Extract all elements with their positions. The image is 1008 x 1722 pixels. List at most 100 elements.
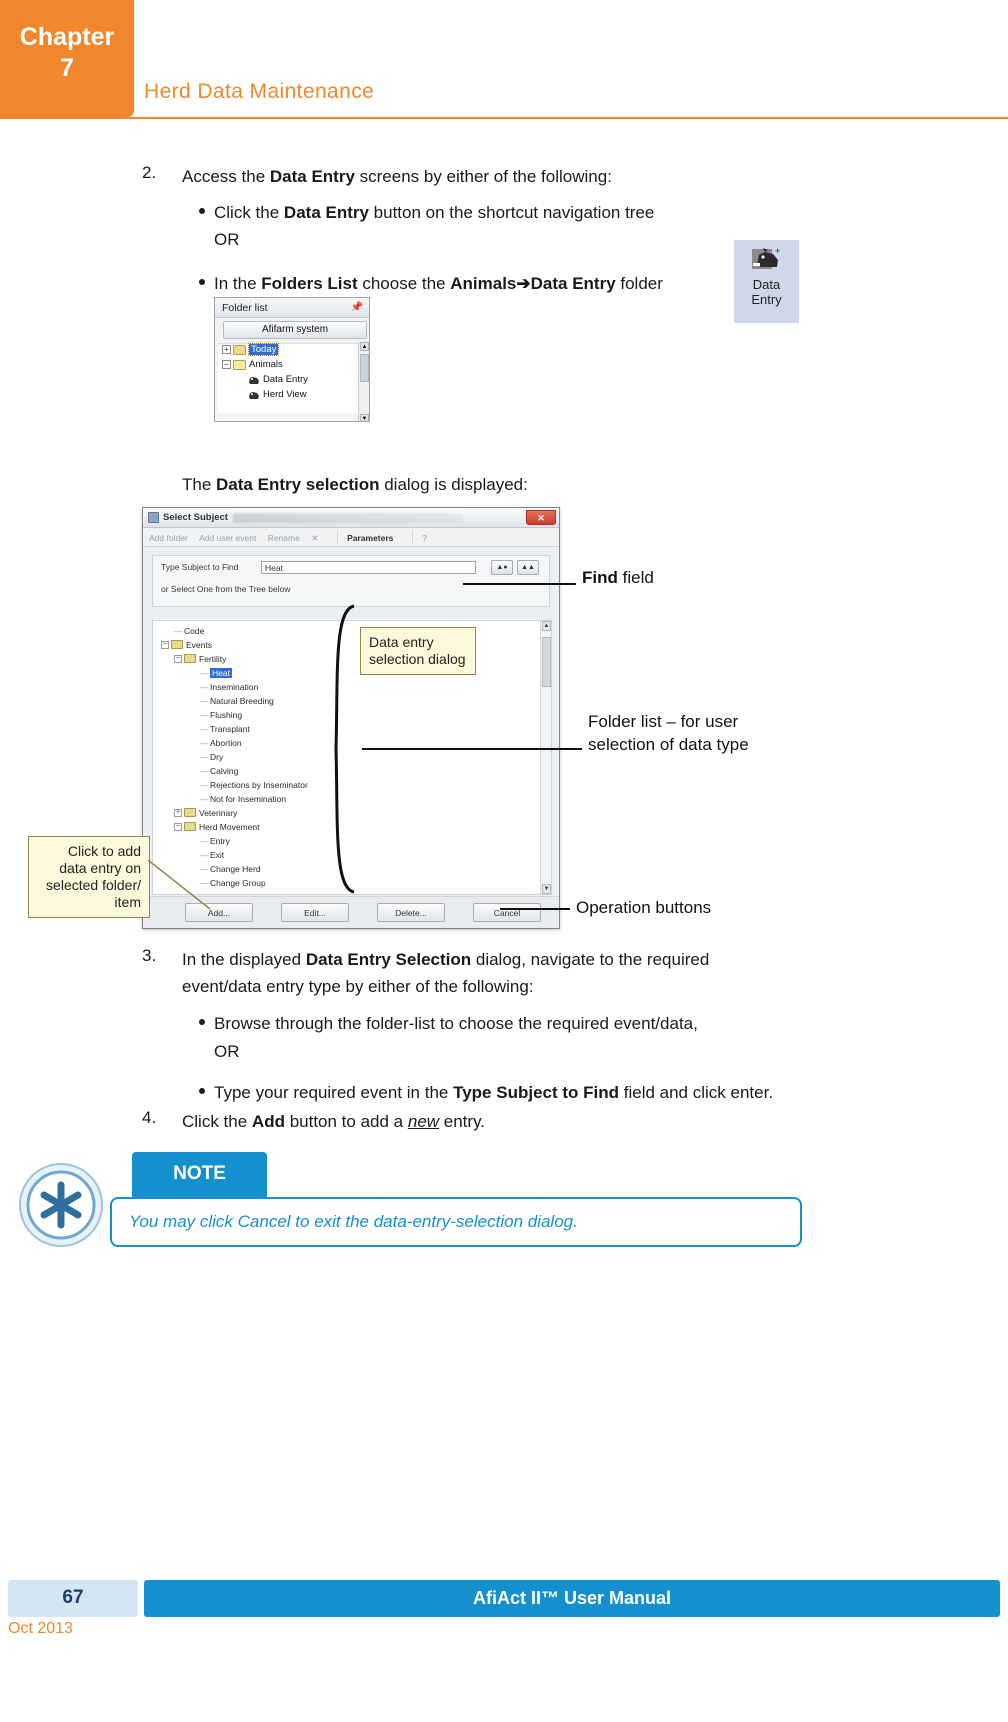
find-sub-label: or Select One from the Tree below xyxy=(161,584,291,594)
bullet-2-text: In the Folders List choose the Animals➔D… xyxy=(214,270,814,297)
data-entry-shortcut-button[interactable]: + Data Entry xyxy=(734,240,799,323)
tree-label: Fertility xyxy=(199,653,227,664)
toolbar-add-user-event[interactable]: Add user event xyxy=(199,533,256,543)
step-2-post: screens by either of the following: xyxy=(354,167,612,186)
tree-label: Flushing xyxy=(210,709,243,720)
delete-button[interactable]: Delete... xyxy=(377,903,445,922)
note-body: You may click Cancel to exit the data-en… xyxy=(110,1197,802,1247)
tree-label: Dry xyxy=(210,751,224,762)
cancel-button[interactable]: Cancel xyxy=(473,903,541,922)
chapter-header: Chapter 7 Herd Data Maintenance xyxy=(0,0,1008,118)
tree-label: Natural Breeding xyxy=(210,695,274,706)
intro-post: dialog is displayed: xyxy=(379,475,528,494)
tree-item-herd-view[interactable]: Herd View xyxy=(218,389,369,404)
dialog-title-bar: Select Subject ✕ xyxy=(143,508,559,528)
bullet-4-post: field and click enter. xyxy=(619,1083,774,1102)
help-icon[interactable]: ? xyxy=(422,533,427,543)
step-2-pre: Access the xyxy=(182,167,270,186)
tree-label: Exit xyxy=(210,849,225,860)
tree-item-data-entry[interactable]: Data Entry xyxy=(218,374,369,389)
callout-operation-buttons: Operation buttons xyxy=(576,898,712,917)
step-4-mid: button to add a xyxy=(284,1112,408,1131)
search-input[interactable] xyxy=(261,561,476,574)
chapter-tab: Chapter 7 xyxy=(0,0,134,118)
bullet-2-post: folder xyxy=(615,274,663,293)
folder-list-tree[interactable]: + Today − Animals Data Entry Herd View xyxy=(218,343,369,413)
edit-button[interactable]: Edit... xyxy=(281,903,349,922)
toolbar-rename[interactable]: Rename xyxy=(268,533,300,543)
close-icon[interactable]: ✕ xyxy=(526,510,556,525)
dialog-intro-text: The Data Entry selection dialog is displ… xyxy=(182,471,822,498)
tree-label: Calving xyxy=(210,765,239,776)
step-4-text: Click the Add button to add a new entry. xyxy=(182,1108,782,1135)
callout-find-field: Find field xyxy=(582,566,654,589)
tree-label: Animals xyxy=(249,359,283,370)
pin-icon[interactable]: 📌 xyxy=(351,302,363,313)
folder-icon xyxy=(184,822,196,832)
bullet-2-mid: choose the xyxy=(357,274,451,293)
find-next-icon[interactable]: ▲▲ xyxy=(517,560,539,575)
find-prev-icon[interactable]: ▲● xyxy=(491,560,513,575)
tree-scrollbar[interactable]: ▲ ▼ xyxy=(540,621,551,894)
step-3-text: In the displayed Data Entry Selection di… xyxy=(182,946,782,1000)
tree-label: Entry xyxy=(210,835,230,846)
tree-label: Rejections by Inseminator xyxy=(210,779,308,790)
expander-minus-icon[interactable]: − xyxy=(161,640,169,649)
bullet-1-bold: Data Entry xyxy=(283,203,369,222)
folder-list-title-bar: Folder list 📌 xyxy=(215,298,369,318)
scroll-down-icon[interactable]: ▼ xyxy=(542,884,551,894)
scroll-up-icon[interactable]: ▲ xyxy=(360,342,369,351)
page-number: 67 xyxy=(8,1580,138,1617)
folder-open-icon xyxy=(233,359,246,370)
note-tab: NOTE xyxy=(132,1152,267,1197)
intro-pre: The xyxy=(182,475,217,494)
tree-connector-icon: — xyxy=(200,709,209,720)
folder-icon xyxy=(171,640,183,650)
expander-minus-icon[interactable]: − xyxy=(222,360,231,369)
tree-connector-icon: — xyxy=(200,793,209,804)
toolbar-parameters[interactable]: Parameters xyxy=(347,533,393,543)
bullet-icon xyxy=(199,1088,205,1094)
expander-plus-icon[interactable]: + xyxy=(174,808,182,817)
dialog-toolbar[interactable]: Add folder Add user event Rename ✕ Param… xyxy=(143,528,559,547)
bullet-1-pre: Click the xyxy=(214,203,284,222)
bullet-2-pre: In the xyxy=(214,274,262,293)
tree-label: Abortion xyxy=(210,737,242,748)
expander-minus-icon[interactable]: − xyxy=(174,822,182,831)
callout-pointer xyxy=(148,860,211,910)
scrollbar-thumb[interactable] xyxy=(360,354,369,382)
toolbar-separator xyxy=(336,531,338,543)
tree-item-today[interactable]: + Today xyxy=(218,343,369,359)
cow-data-entry-icon: + xyxy=(751,245,783,275)
leader-line-operation-buttons xyxy=(500,908,570,910)
bullet-2-bold-1: Folders List xyxy=(261,274,358,293)
tree-connector-icon: — xyxy=(200,737,209,748)
footer-date: Oct 2013 xyxy=(8,1620,73,1637)
step-4-post: entry. xyxy=(439,1112,486,1131)
intro-bold: Data Entry selection xyxy=(216,475,380,494)
bullet-3-text: Browse through the folder-list to choose… xyxy=(214,1014,698,1033)
expander-plus-icon[interactable]: + xyxy=(222,345,231,354)
toolbar-add-folder[interactable]: Add folder xyxy=(149,533,188,543)
chapter-number: 7 xyxy=(60,54,74,82)
step-2-text: Access the Data Entry screens by either … xyxy=(182,163,822,190)
tree-label: Herd Movement xyxy=(199,821,260,832)
scroll-up-icon[interactable]: ▲ xyxy=(542,621,551,631)
step-4-bold: Add xyxy=(251,1112,285,1131)
tree-connector-icon: — xyxy=(200,681,209,692)
expander-minus-icon[interactable]: − xyxy=(174,654,182,663)
scrollbar-thumb[interactable] xyxy=(542,637,551,687)
tree-connector-icon: — xyxy=(200,695,209,706)
afifarm-system-button[interactable]: Afifarm system xyxy=(223,321,367,339)
chapter-title: Herd Data Maintenance xyxy=(144,80,375,103)
step-3-marker: 3. xyxy=(142,946,157,965)
scroll-down-icon[interactable]: ▼ xyxy=(360,414,369,421)
tree-connector-icon: — xyxy=(174,625,183,636)
callout-folder-list: Folder list – for user selection of data… xyxy=(588,712,749,754)
toolbar-delete-icon[interactable]: ✕ xyxy=(311,533,318,544)
manual-title-footer: AfiAct II™ User Manual xyxy=(144,1580,1000,1617)
folder-list-scrollbar[interactable]: ▲ ▼ xyxy=(358,342,369,421)
callout-find-bold: Find xyxy=(582,568,618,587)
tree-label: Events xyxy=(186,639,212,650)
tree-item-animals[interactable]: − Animals xyxy=(218,359,369,374)
